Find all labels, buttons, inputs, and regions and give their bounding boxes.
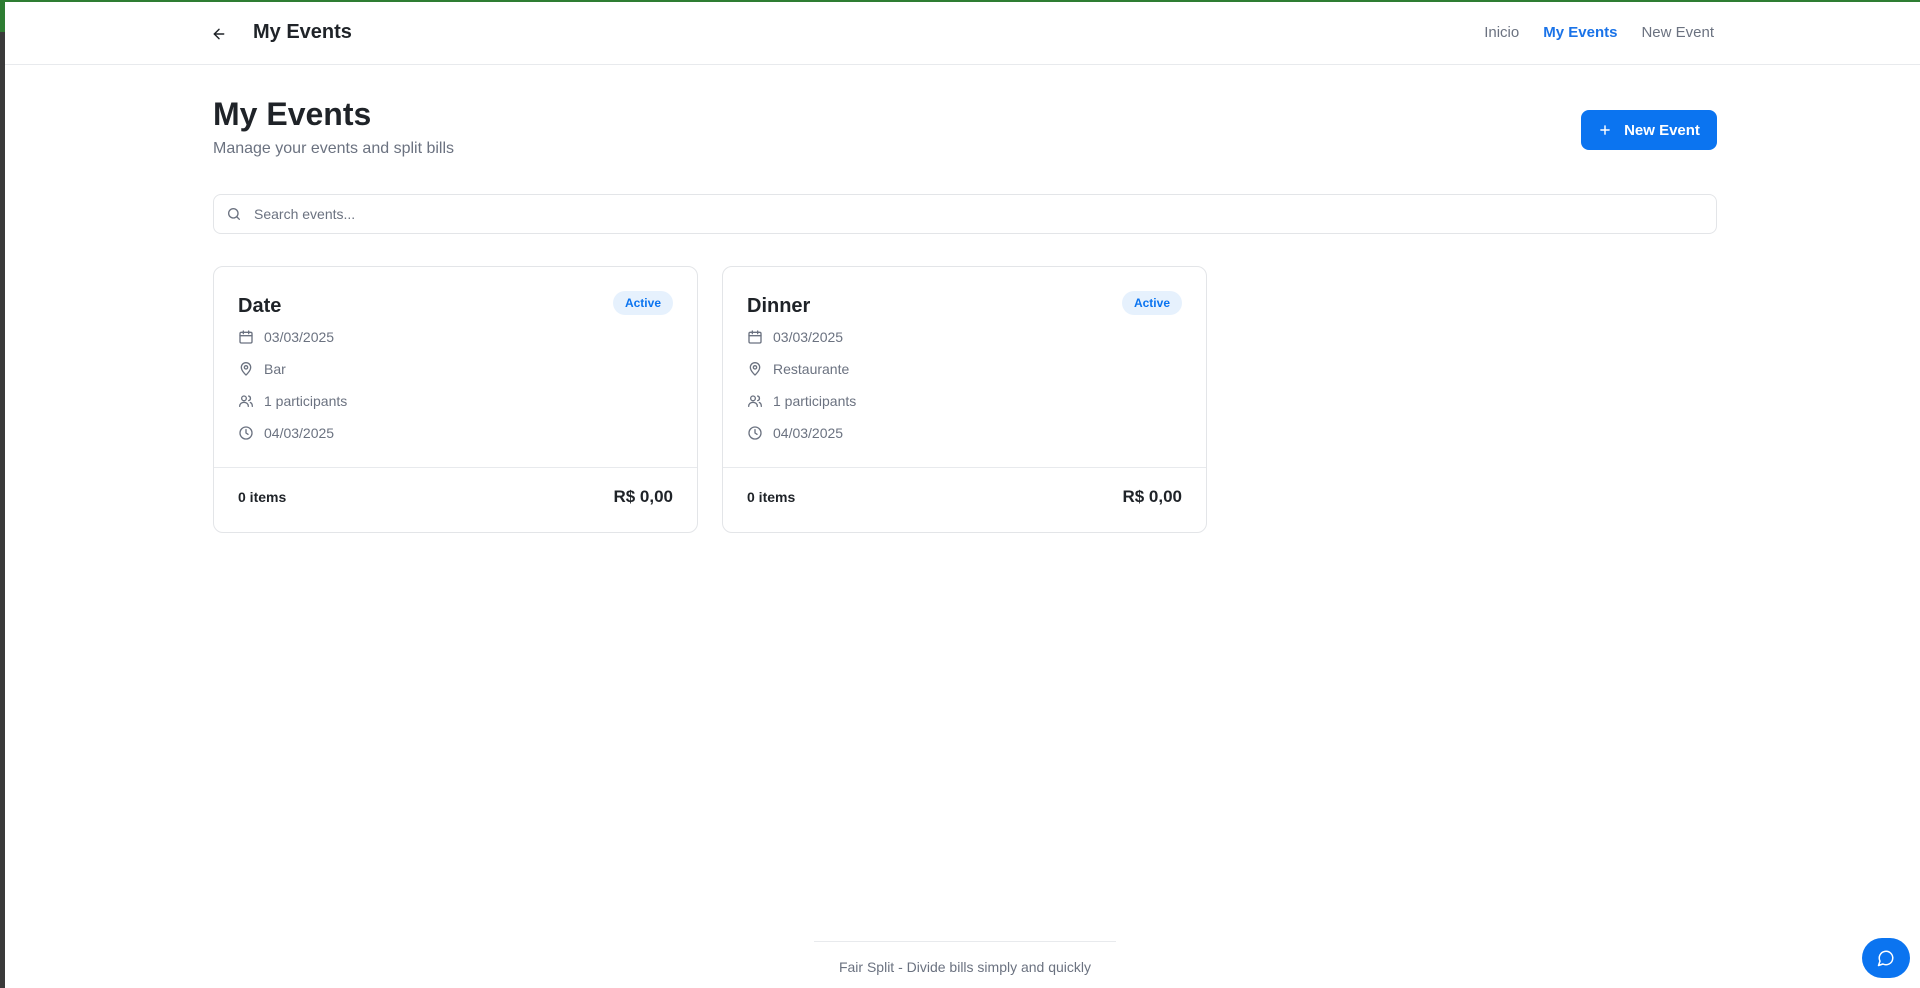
new-event-button-label: New Event [1624,121,1700,139]
event-date: 03/03/2025 [773,329,844,345]
users-icon [748,395,762,407]
event-location-row: Bar [238,361,286,377]
event-date-row: 03/03/2025 [238,329,334,345]
map-pin-icon [749,362,761,376]
nav-link-my-events[interactable]: My Events [1543,24,1617,41]
card-divider [723,467,1206,468]
page-title: My Events [213,96,372,132]
event-total: R$ 0,00 [1122,487,1182,506]
new-event-button[interactable]: New Event [1581,110,1717,150]
map-pin-icon [240,362,252,376]
event-title: Date [238,295,282,317]
calendar-icon [239,330,253,344]
event-date-row: 03/03/2025 [747,329,843,345]
event-participants-row: 1 participants [238,393,347,409]
chat-button[interactable] [1862,938,1910,978]
event-items-count: 0 items [238,489,287,505]
nav-link-new-event[interactable]: New Event [1641,24,1714,41]
page-subtitle: Manage your events and split bills [213,140,455,157]
arrow-left-icon [213,28,225,40]
search-box [213,194,1717,234]
event-card-dinner[interactable]: Dinner Active 03/03/2025 Restaurante 1 p… [722,266,1207,533]
plus-icon [1600,125,1610,135]
event-created-row: 04/03/2025 [747,425,843,441]
back-button[interactable] [205,20,233,48]
nav-link-inicio[interactable]: Inicio [1484,24,1519,41]
event-total: R$ 0,00 [613,487,673,506]
clock-icon [239,426,253,440]
event-created: 04/03/2025 [773,425,844,441]
event-created-row: 04/03/2025 [238,425,334,441]
status-badge: Active [612,291,673,315]
event-items-count: 0 items [747,489,796,505]
clock-icon [748,426,762,440]
event-location-row: Restaurante [747,361,849,377]
top-nav: Inicio My Events New Event [1484,24,1714,41]
users-icon [239,395,253,407]
top-bar: My Events Inicio My Events New Event [5,2,1920,65]
status-badge: Active [1121,291,1182,315]
event-title: Dinner [747,295,811,317]
footer-text: Fair Split - Divide bills simply and qui… [838,959,1092,975]
search-input[interactable] [254,195,1704,233]
event-participants: 1 participants [773,393,857,409]
calendar-icon [748,330,762,344]
event-created: 04/03/2025 [264,425,335,441]
window-left-edge [0,0,5,988]
chat-bubble-icon [1877,950,1894,967]
event-card-date[interactable]: Date Active 03/03/2025 Bar 1 participant… [213,266,698,533]
event-participants-row: 1 participants [747,393,856,409]
event-date: 03/03/2025 [264,329,335,345]
footer-divider [814,941,1116,942]
event-participants: 1 participants [264,393,348,409]
event-location: Restaurante [773,361,850,377]
event-location: Bar [264,361,286,377]
header-title: My Events [253,21,352,43]
search-icon [228,208,240,220]
card-divider [214,467,697,468]
